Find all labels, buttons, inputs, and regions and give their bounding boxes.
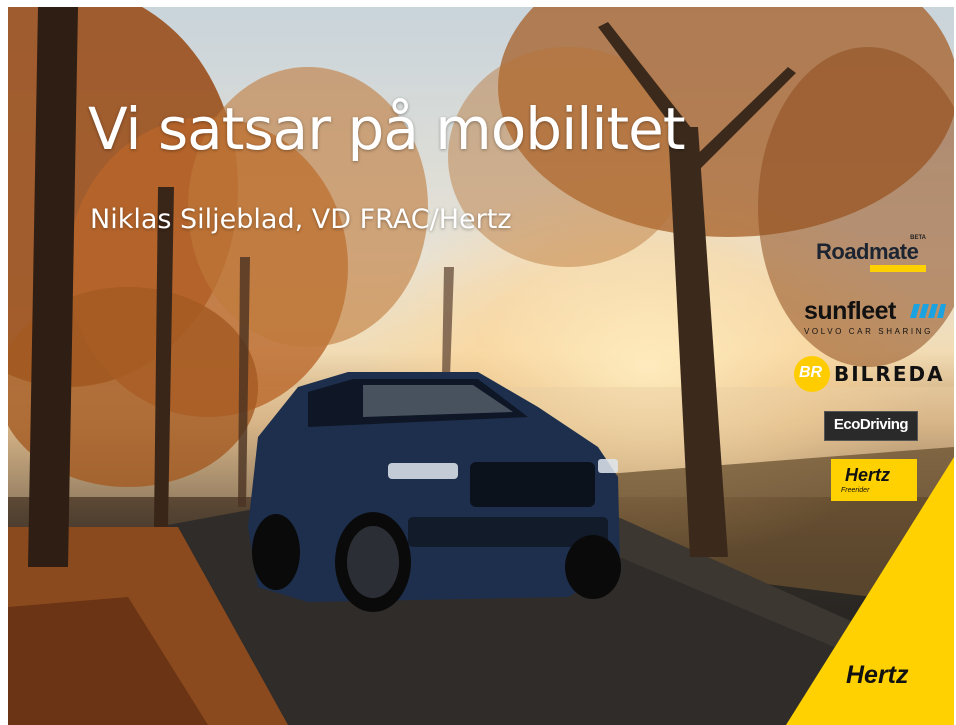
sunfleet-logo: sunfleet VOLVO CAR SHARING	[804, 297, 949, 337]
bilreda-badge-icon: BR	[794, 356, 830, 392]
ecodriving-logo-text: EcoDriving	[833, 416, 909, 433]
bilreda-logo-text: BILREDA	[834, 362, 945, 386]
sunfleet-tagline: VOLVO CAR SHARING	[804, 327, 933, 336]
presentation-slide: Vi satsar på mobilitet Niklas Siljeblad,…	[8, 7, 954, 725]
roadmate-beta-badge: BETA	[910, 235, 926, 241]
roadmate-logo-text: Roadmate	[816, 239, 919, 264]
roadmate-underline	[870, 265, 926, 272]
roadmate-logo: Roadmate BETA	[816, 235, 926, 275]
hertz-freerider-logo-text: Hertz	[845, 465, 891, 485]
hertz-logo: Hertz	[846, 661, 909, 689]
sunfleet-logo-text: sunfleet	[804, 297, 896, 325]
slide-subtitle: Niklas Siljeblad, VD FRAC/Hertz	[90, 204, 512, 235]
hertz-freerider-sub: Freerider	[841, 487, 870, 494]
slide-title: Vi satsar på mobilitet	[88, 95, 686, 163]
sunfleet-stripes-icon	[910, 304, 946, 318]
bilreda-logo: BR BILREDA	[794, 356, 954, 392]
ecodriving-logo: EcoDriving	[824, 411, 918, 441]
hertz-freerider-logo: Hertz Freerider	[831, 459, 917, 501]
bilreda-badge-text: BR	[799, 364, 823, 381]
